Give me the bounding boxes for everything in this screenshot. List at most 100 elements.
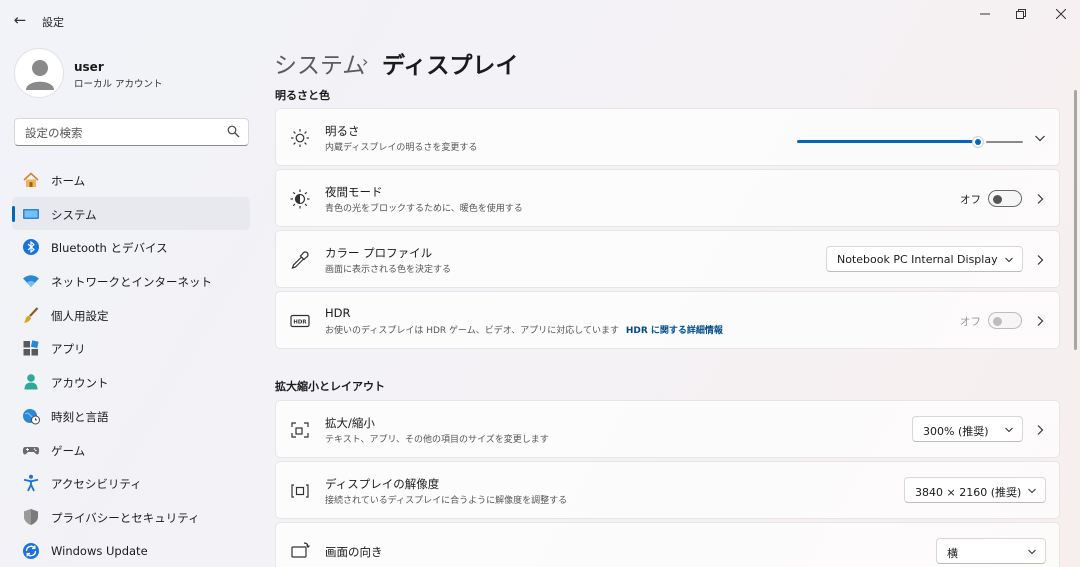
restore-icon [1016, 9, 1026, 19]
dropdown-value: 300% (推奨) [923, 425, 989, 438]
sidebar-item-home[interactable]: ホーム [12, 163, 250, 197]
chevron-right-icon[interactable] [1033, 253, 1047, 267]
sidebar-item-network[interactable]: ネットワークとインターネット [12, 264, 250, 298]
chevron-down-icon [1005, 257, 1013, 263]
user-profile[interactable]: user ローカル アカウント [14, 48, 244, 102]
orientation-card[interactable]: 画面の向き 横 [275, 522, 1060, 567]
back-button[interactable]: ← [10, 10, 30, 30]
search-placeholder: 設定の検索 [25, 126, 83, 140]
sidebar-item-time-language[interactable]: 時刻と言語 [12, 399, 250, 433]
chevron-right-icon[interactable] [1033, 423, 1047, 437]
scale-dropdown[interactable]: 300% (推奨) [912, 416, 1023, 442]
sidebar-item-label: アカウント [51, 376, 109, 391]
sidebar-item-windows-update[interactable]: Windows Update [12, 534, 250, 567]
color-profile-dropdown[interactable]: Notebook PC Internal Display [826, 246, 1023, 272]
sidebar-item-label: アクセシビリティ [51, 477, 142, 492]
resolution-card[interactable]: ディスプレイの解像度 接続されているディスプレイに合うように解像度を調整する 3… [275, 461, 1060, 519]
close-icon [1056, 9, 1066, 19]
account-type: ローカル アカウント [74, 79, 163, 90]
minimize-icon [980, 13, 990, 15]
orientation-icon [291, 542, 310, 558]
maximize-button[interactable] [1006, 4, 1036, 24]
sidebar-item-accounts[interactable]: アカウント [12, 365, 250, 399]
sidebar-item-bluetooth[interactable]: Bluetooth とデバイス [12, 230, 250, 264]
brush-icon [23, 306, 39, 323]
section-title-scale-layout: 拡大縮小とレイアウト [275, 380, 385, 393]
night-light-icon [290, 189, 310, 209]
hdr-icon: HDR [290, 314, 310, 328]
sidebar-item-label: プライバシーとセキュリティ [51, 510, 200, 525]
sidebar-item-system[interactable]: システム [12, 196, 250, 231]
sidebar-item-apps[interactable]: アプリ [12, 331, 250, 365]
color-profile-subtitle: 画面に表示される色を決定する [325, 265, 452, 275]
chevron-right-icon[interactable] [1033, 314, 1047, 328]
update-icon [23, 542, 39, 559]
slider-track [986, 141, 1023, 143]
orientation-dropdown[interactable]: 横 [936, 538, 1046, 564]
app-title: 設定 [42, 16, 64, 29]
globe-clock-icon [23, 408, 40, 425]
hdr-learn-more-link[interactable]: HDR に関する詳細情報 [626, 326, 723, 336]
sidebar-item-label: ゲーム [51, 443, 86, 458]
wifi-icon [23, 275, 39, 288]
slider-thumb[interactable] [972, 136, 984, 148]
dropdown-value: Notebook PC Internal Display [837, 253, 998, 266]
home-icon [23, 172, 39, 187]
hdr-subtitle-row: お使いのディスプレイは HDR ゲーム、ビデオ、アプリに対応しています HDR … [325, 323, 723, 336]
chevron-down-icon [1028, 488, 1036, 494]
bluetooth-icon [23, 239, 39, 256]
hdr-subtitle: お使いのディスプレイは HDR ゲーム、ビデオ、アプリに対応しています [325, 326, 619, 336]
apps-icon [23, 340, 39, 356]
hdr-state: オフ [960, 316, 981, 328]
breadcrumb-parent[interactable]: システム [274, 46, 365, 80]
sidebar-item-label: Bluetooth とデバイス [51, 241, 168, 256]
sidebar-item-label: ネットワークとインターネット [51, 275, 212, 290]
sidebar-item-gaming[interactable]: ゲーム [12, 433, 250, 467]
user-avatar-icon [26, 60, 54, 90]
dropdown-value: 横 [947, 547, 958, 560]
page-title: ディスプレイ [382, 53, 519, 79]
chevron-right-icon[interactable] [1033, 192, 1047, 206]
orientation-title: 画面の向き [325, 545, 383, 559]
sidebar-nav: ホーム システム Bluetooth とデバイス ネットワークとインターネット … [12, 163, 250, 567]
sidebar-item-accessibility[interactable]: アクセシビリティ [12, 466, 250, 500]
hdr-toggle[interactable] [988, 312, 1022, 329]
accessibility-icon [23, 474, 39, 492]
night-light-toggle[interactable] [988, 190, 1022, 207]
system-icon [23, 208, 39, 219]
brightness-slider[interactable] [797, 136, 1023, 148]
minimize-button[interactable] [970, 4, 1000, 24]
gamepad-icon [22, 446, 40, 454]
section-title-brightness-color: 明るさと色 [275, 89, 330, 102]
svg-text:HDR: HDR [293, 319, 307, 325]
search-input[interactable]: 設定の検索 [14, 118, 249, 146]
sidebar-item-label: アプリ [51, 342, 86, 357]
hdr-card[interactable]: HDR HDR お使いのディスプレイは HDR ゲーム、ビデオ、アプリに対応して… [275, 291, 1060, 349]
chevron-down-icon[interactable] [1033, 131, 1047, 145]
color-profile-title: カラー プロファイル [325, 246, 433, 260]
shield-icon [24, 508, 38, 525]
night-light-state: オフ [960, 194, 981, 206]
toggle-knob [993, 194, 1002, 204]
account-icon [24, 374, 38, 390]
brightness-title: 明るさ [325, 124, 360, 138]
close-button[interactable] [1046, 4, 1076, 24]
resolution-dropdown[interactable]: 3840 × 2160 (推奨) [904, 477, 1046, 503]
scale-title: 拡大/縮小 [325, 416, 375, 430]
scale-icon [291, 422, 309, 438]
dropdown-value: 3840 × 2160 (推奨) [915, 486, 1022, 499]
brightness-subtitle: 内蔵ディスプレイの明るさを変更する [325, 143, 478, 153]
scrollbar[interactable] [1074, 90, 1077, 350]
color-profile-card[interactable]: カラー プロファイル 画面に表示される色を決定する Notebook PC In… [275, 230, 1060, 288]
scale-subtitle: テキスト、アプリ、その他の項目のサイズを変更します [325, 435, 549, 445]
eyedropper-icon [291, 251, 309, 269]
search-icon [227, 125, 240, 138]
sidebar-item-personalization[interactable]: 個人用設定 [12, 298, 250, 332]
sidebar-item-privacy[interactable]: プライバシーとセキュリティ [12, 500, 250, 534]
night-light-card[interactable]: 夜間モード 青色の光をブロックするために、暖色を使用する オフ [275, 169, 1060, 227]
slider-fill [797, 140, 975, 143]
night-light-subtitle: 青色の光をブロックするために、暖色を使用する [325, 204, 523, 214]
brightness-card[interactable]: 明るさ 内蔵ディスプレイの明るさを変更する [275, 108, 1060, 166]
scale-card[interactable]: 拡大/縮小 テキスト、アプリ、その他の項目のサイズを変更します 300% (推奨… [275, 400, 1060, 458]
resolution-subtitle: 接続されているディスプレイに合うように解像度を調整する [325, 496, 568, 506]
